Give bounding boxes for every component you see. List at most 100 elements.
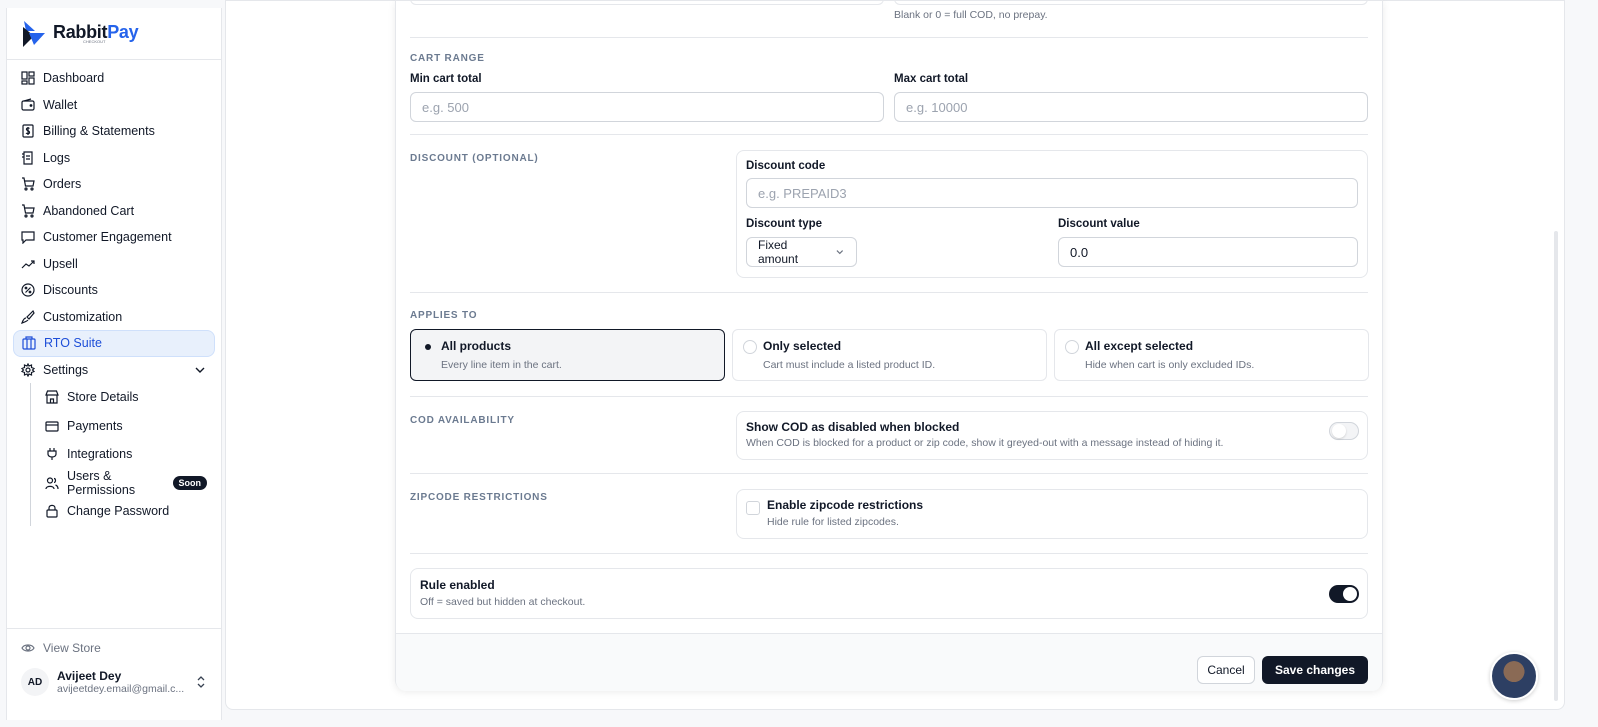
sidebar-item-dashboard[interactable]: Dashboard <box>13 65 215 92</box>
rule-editor-dialog: Blank or 0 = full COD, no prepay. CART R… <box>395 0 1383 691</box>
lock-icon <box>46 505 58 518</box>
sidebar-item-orders[interactable]: Orders <box>13 171 215 198</box>
save-changes-button[interactable]: Save changes <box>1262 656 1368 684</box>
user-menu[interactable]: AD Avijeet Dey avijeetdey.email@gmail.c.… <box>7 668 221 696</box>
cod-disabled-toggle[interactable] <box>1329 422 1359 440</box>
user-email: avijeetdey.email@gmail.c... <box>57 683 185 695</box>
sidebar-item-label-line2: Permissions <box>67 482 136 497</box>
cod-toggle-title: Show COD as disabled when blocked <box>746 420 960 434</box>
rule-enabled-toggle[interactable] <box>1329 585 1359 603</box>
chat-icon <box>21 231 35 245</box>
option-all-except-selected[interactable]: All except selected Hide when cart is on… <box>1054 329 1369 381</box>
sidebar-nav: Dashboard Wallet Billing & Statements Lo… <box>7 60 221 531</box>
sidebar-item-users-permissions[interactable]: Users & Permissions Soon <box>37 469 215 498</box>
sidebar-item-upsell[interactable]: Upsell <box>13 251 215 278</box>
radio-button[interactable] <box>421 340 435 354</box>
sidebar-item-label: Discounts <box>43 283 98 298</box>
rule-enabled-desc: Off = saved but hidden at checkout. <box>420 596 586 608</box>
radio-button[interactable] <box>1065 340 1079 354</box>
store-icon <box>45 390 59 404</box>
radio-button[interactable] <box>743 340 757 354</box>
divider <box>410 292 1368 293</box>
sidebar-item-label: Logs <box>43 150 71 165</box>
sidebar-item-billing[interactable]: Billing & Statements <box>13 118 215 145</box>
sidebar-item-label: Settings <box>43 362 89 377</box>
sidebar-item-customer-engagement[interactable]: Customer Engagement <box>13 224 215 251</box>
cancel-button[interactable]: Cancel <box>1197 656 1255 684</box>
sidebar-item-rto-suite[interactable]: RTO Suite <box>13 330 215 357</box>
sidebar-item-label: Billing & Statements <box>43 124 155 139</box>
discount-type-value: Fixed amount <box>758 238 799 266</box>
toggle-knob <box>1343 587 1357 601</box>
discount-type-select[interactable]: Fixed amount <box>746 237 857 267</box>
cart-icon <box>22 177 35 191</box>
discount-title: DISCOUNT (OPTIONAL) <box>410 153 539 164</box>
min-cart-label: Min cart total <box>410 73 482 85</box>
prepay-field-above[interactable] <box>410 0 884 5</box>
sidebar-item-label: Customer Engagement <box>43 230 172 245</box>
zipcode-checkbox[interactable] <box>746 501 760 515</box>
option-desc: Hide when cart is only excluded IDs. <box>1085 359 1255 371</box>
eye-icon <box>21 644 35 652</box>
sidebar-item-integrations[interactable]: Integrations <box>37 440 215 469</box>
cod-availability-title: COD AVAILABILITY <box>410 415 515 426</box>
billing-icon <box>22 124 34 138</box>
min-cart-input[interactable]: e.g. 500 <box>410 92 884 122</box>
max-cart-label: Max cart total <box>894 73 969 85</box>
sidebar-item-wallet[interactable]: Wallet <box>13 92 215 119</box>
rule-enabled-title: Rule enabled <box>420 578 495 592</box>
option-all-products[interactable]: All products Every line item in the cart… <box>410 329 725 381</box>
chevron-up-down-icon[interactable] <box>195 675 207 689</box>
discount-icon <box>21 283 35 297</box>
dashboard-icon <box>21 71 35 85</box>
option-title: All products <box>441 339 512 353</box>
option-only-selected[interactable]: Only selected Cart must include a listed… <box>732 329 1047 381</box>
sidebar-item-customization[interactable]: Customization <box>13 304 215 331</box>
zipcode-check-title: Enable zipcode restrictions <box>767 498 924 512</box>
applies-to-title: APPLIES TO <box>410 310 478 321</box>
prepay-hint: Blank or 0 = full COD, no prepay. <box>894 9 1048 21</box>
brand-logo[interactable]: RabbitPay CHECKOUT <box>7 8 221 60</box>
sidebar-item-store-details[interactable]: Store Details <box>37 383 215 412</box>
divider <box>410 134 1368 135</box>
sidebar-item-payments[interactable]: Payments <box>37 412 215 441</box>
sidebar-item-label: Integrations <box>67 447 133 462</box>
cart-icon <box>22 204 35 218</box>
support-chat-avatar[interactable] <box>1490 652 1538 700</box>
discount-code-label: Discount code <box>746 160 826 172</box>
chevron-down-icon[interactable] <box>193 363 207 377</box>
soon-badge: Soon <box>172 475 207 490</box>
sidebar-item-settings[interactable]: Settings <box>13 357 215 384</box>
settings-submenu: Store Details Payments Integrations User… <box>30 383 215 526</box>
divider <box>410 396 1368 397</box>
max-cart-input[interactable]: e.g. 10000 <box>894 92 1368 122</box>
sidebar-item-label: RTO Suite <box>44 336 102 351</box>
sidebar-item-abandoned-cart[interactable]: Abandoned Cart <box>13 198 215 225</box>
sidebar: RabbitPay CHECKOUT Dashboard Wallet Bill… <box>6 8 222 720</box>
view-store-label: View Store <box>43 641 101 655</box>
sidebar-item-label: Customization <box>43 309 123 324</box>
sidebar-item-discounts[interactable]: Discounts <box>13 277 215 304</box>
gear-icon <box>21 362 35 377</box>
sidebar-item-logs[interactable]: Logs <box>13 145 215 172</box>
suite-icon <box>22 336 36 350</box>
plug-icon <box>47 448 57 461</box>
option-desc: Cart must include a listed product ID. <box>763 359 936 371</box>
sidebar-item-label: Abandoned Cart <box>43 203 135 218</box>
toggle-knob <box>1332 424 1346 438</box>
sidebar-item-label-line1: Users & <box>67 468 112 483</box>
prepay-field-above-2[interactable] <box>894 0 1368 5</box>
discount-value-input[interactable]: 0.0 <box>1058 237 1358 267</box>
discount-code-input[interactable]: e.g. PREPAID3 <box>746 178 1358 208</box>
view-store-link[interactable]: View Store <box>7 628 221 667</box>
scrollbar[interactable] <box>1554 231 1558 701</box>
divider <box>410 473 1368 474</box>
discount-type-label: Discount type <box>746 218 823 230</box>
sidebar-item-label: Upsell <box>43 256 78 271</box>
sidebar-item-change-password[interactable]: Change Password <box>37 497 215 526</box>
zipcode-box <box>736 489 1368 539</box>
trend-icon <box>21 260 35 269</box>
logs-icon <box>22 151 33 165</box>
rabbit-logo-icon <box>23 20 45 47</box>
sidebar-item-label: Payments <box>67 418 123 433</box>
